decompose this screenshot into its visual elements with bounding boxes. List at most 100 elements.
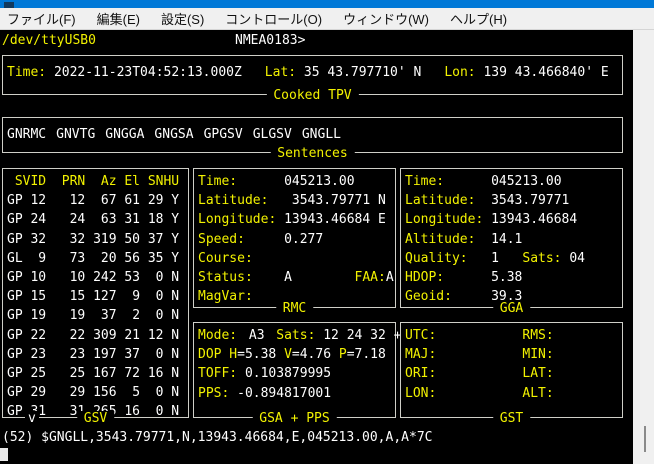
gsa-mode-row: Mode:A3Sats:12 24 32 + bbox=[198, 326, 395, 345]
sat-svid: GP 25 bbox=[7, 364, 46, 383]
field-label: Status: bbox=[198, 268, 284, 287]
vdop-value: =4.76 bbox=[292, 345, 331, 364]
menu-item-window[interactable]: ウィンドウ(W) bbox=[341, 9, 431, 28]
nmea-prompt: NMEA0183> bbox=[235, 33, 305, 48]
sat-svid: GP 23 bbox=[7, 345, 46, 364]
field-label: Altitude: bbox=[405, 230, 491, 249]
sat-az: 309 bbox=[85, 326, 116, 345]
sat-svid: GP 15 bbox=[7, 287, 46, 306]
sat-prn: 10 bbox=[46, 268, 85, 287]
sat-az: 37 bbox=[85, 306, 116, 325]
alt-label: ALT: bbox=[522, 384, 553, 403]
field-label: MagVar: bbox=[198, 287, 284, 306]
sat-prn: 24 bbox=[46, 210, 85, 229]
sat-hu: Y bbox=[163, 210, 179, 229]
menu-bar: ファイル(F) 編集(E) 設定(S) コントロール(O) ウィンドウ(W) ヘ… bbox=[0, 8, 654, 30]
sat-sn: 16 bbox=[140, 364, 163, 383]
sentences-panel: GNRMC GNVTG GNGGA GNGSA GPGSV GLGSV GNGL… bbox=[2, 117, 623, 153]
field-label: Time: bbox=[198, 172, 284, 191]
sat-el: 31 bbox=[117, 210, 140, 229]
sat-hu: N bbox=[163, 306, 179, 325]
toff-label: TOFF: bbox=[198, 364, 237, 383]
col-el: El bbox=[117, 172, 140, 191]
rmc-longitude-row: Longitude:13943.46684 E bbox=[198, 210, 395, 229]
sat-sn: 35 bbox=[140, 249, 163, 268]
sentence-item: GLGSV bbox=[253, 127, 292, 142]
satellite-row: GP 25251677216N bbox=[7, 364, 188, 383]
sat-prn: 32 bbox=[46, 230, 85, 249]
gsv-panel: SVIDPRNAzElSNHU GP 1212676129Y GP 242463… bbox=[2, 168, 189, 418]
gga-longitude-row: Longitude:13943.46684 bbox=[405, 210, 622, 229]
sat-az: 319 bbox=[85, 230, 116, 249]
sat-sn: 0 bbox=[140, 345, 163, 364]
sat-sn: 0 bbox=[140, 383, 163, 402]
field-value: 5.38 bbox=[491, 268, 522, 287]
sat-svid: GP 22 bbox=[7, 326, 46, 345]
sat-hu: N bbox=[163, 345, 179, 364]
sat-el: 56 bbox=[117, 249, 140, 268]
gga-latitude-row: Latitude:3543.79771 bbox=[405, 191, 622, 210]
sat-hu: N bbox=[163, 364, 179, 383]
sentence-item: GNGLL bbox=[302, 127, 341, 142]
gsa-pps-row: PPS:-0.894817001 bbox=[198, 384, 395, 403]
satellite-row: GP 2424633118Y bbox=[7, 210, 188, 229]
pdop-label: P bbox=[339, 345, 347, 364]
menu-item-edit[interactable]: 編集(E) bbox=[95, 9, 142, 28]
sat-svid: GP 29 bbox=[7, 383, 46, 402]
terminal-screen[interactable]: /dev/ttyUSB0 NMEA0183> Time: 2022-11-23T… bbox=[0, 30, 633, 464]
tpv-lon: Lon: 139 43.466840' E bbox=[444, 65, 608, 80]
sat-az: 63 bbox=[85, 210, 116, 229]
pps-value: -0.894817001 bbox=[237, 384, 331, 403]
tpv-lon-value: 139 43.466840' E bbox=[483, 65, 608, 80]
ori-label: ORI: bbox=[405, 364, 522, 383]
sat-hu: Y bbox=[163, 191, 179, 210]
vdop-label: V bbox=[284, 345, 292, 364]
satellite-row: GP 292915650N bbox=[7, 383, 188, 402]
field-value: 0.277 bbox=[284, 230, 323, 249]
maj-label: MAJ: bbox=[405, 345, 522, 364]
rms-label: RMS: bbox=[522, 326, 553, 345]
sat-el: 16 bbox=[117, 402, 140, 421]
field-label: Longitude: bbox=[405, 210, 491, 229]
terminal-header-row: /dev/ttyUSB0 NMEA0183> bbox=[2, 33, 96, 49]
gsv-title: GSV bbox=[77, 411, 114, 426]
sentences-title: Sentences bbox=[270, 146, 354, 161]
sat-sn: 0 bbox=[140, 306, 163, 325]
pdop-value: =7.18 bbox=[347, 345, 386, 364]
field-label: Quality: bbox=[405, 249, 491, 268]
sat-svid: GL 9 bbox=[7, 249, 46, 268]
sat-az: 127 bbox=[85, 287, 116, 306]
satellite-row: GP 1212676129Y bbox=[7, 191, 188, 210]
hdop-label: H bbox=[229, 345, 237, 364]
tpv-time-label: Time: bbox=[7, 65, 46, 80]
min-label: MIN: bbox=[522, 345, 553, 364]
menu-item-setup[interactable]: 設定(S) bbox=[159, 9, 206, 28]
sentence-item: GNGSA bbox=[154, 127, 193, 142]
utc-label: UTC: bbox=[405, 326, 522, 345]
tpv-lat-label: Lat: bbox=[265, 65, 296, 80]
sat-el: 21 bbox=[117, 326, 140, 345]
rmc-panel: Time:045213.00 Latitude: 3543.79771 N Lo… bbox=[193, 168, 396, 308]
gst-row: MAJ:MIN: bbox=[405, 345, 622, 364]
rmc-course-row: Course: bbox=[198, 249, 395, 268]
gga-altitude-row: Altitude:14.1 bbox=[405, 230, 622, 249]
sat-prn: 12 bbox=[46, 191, 85, 210]
sat-sn: 12 bbox=[140, 326, 163, 345]
mode-label: Mode: bbox=[198, 326, 237, 345]
gst-row: LON:ALT: bbox=[405, 384, 622, 403]
col-az: Az bbox=[85, 172, 116, 191]
field-value: 13943.46684 E bbox=[284, 210, 386, 229]
menu-item-help[interactable]: ヘルプ(H) bbox=[448, 9, 509, 28]
menu-item-file[interactable]: ファイル(F) bbox=[5, 9, 78, 28]
satellite-row: GP 32323195037Y bbox=[7, 230, 188, 249]
field-label: HDOP: bbox=[405, 268, 491, 287]
tpv-time-value: 2022-11-23T04:52:13.000Z bbox=[54, 65, 242, 80]
sat-svid: GP 10 bbox=[7, 268, 46, 287]
gsa-pps-title: GSA + PPS bbox=[252, 411, 336, 426]
scrollbar-thumb[interactable] bbox=[644, 426, 646, 452]
menu-item-control[interactable]: コントロール(O) bbox=[223, 9, 324, 28]
vertical-scrollbar[interactable] bbox=[633, 30, 654, 464]
gst-row: ORI:LAT: bbox=[405, 364, 622, 383]
field-value: 3543.79771 bbox=[491, 191, 569, 210]
scroll-down-indicator: v bbox=[25, 411, 39, 426]
